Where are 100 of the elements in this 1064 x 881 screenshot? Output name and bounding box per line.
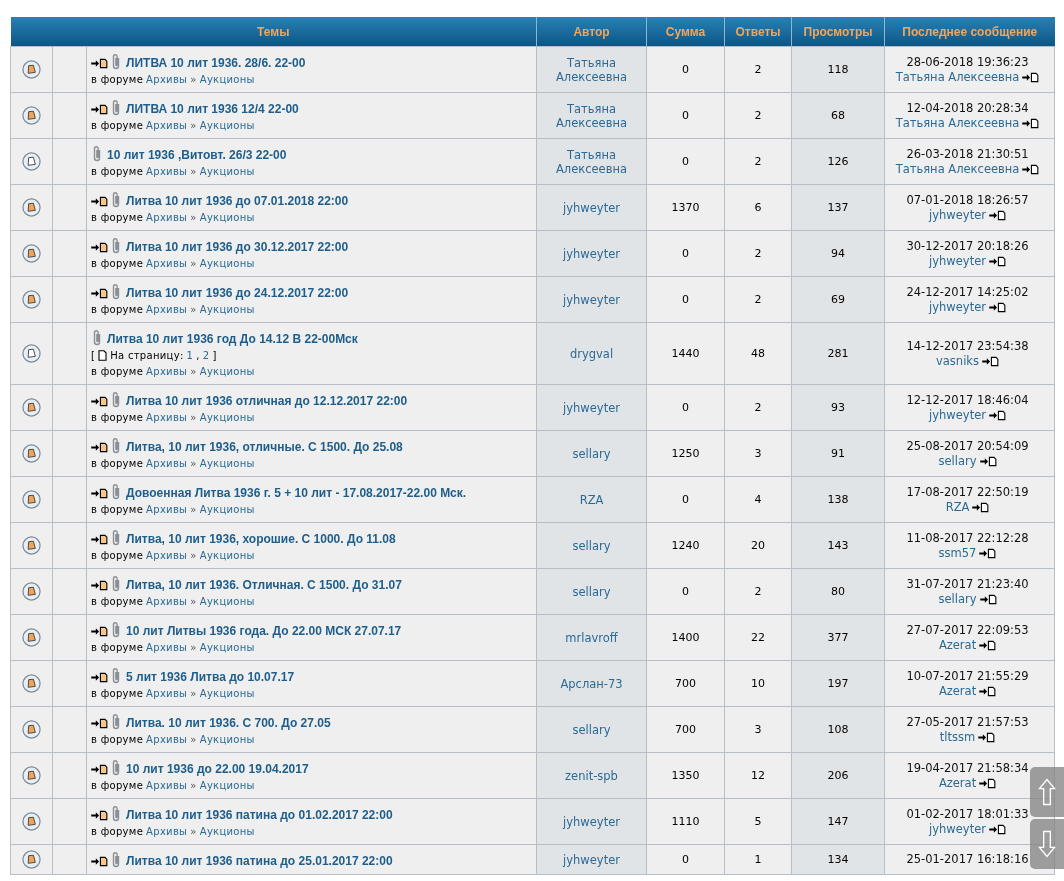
forum-link[interactable]: Архивы	[146, 456, 188, 471]
go-to-last-post-icon[interactable]	[979, 685, 997, 697]
go-to-new-post-icon[interactable]	[91, 104, 108, 115]
go-to-last-post-icon[interactable]	[1022, 117, 1040, 129]
last-poster-link[interactable]: jyhweyter	[929, 407, 986, 423]
forum-link[interactable]: Архивы	[146, 502, 188, 517]
forum-link[interactable]: Архивы	[146, 302, 188, 317]
go-to-new-post-icon[interactable]	[91, 672, 108, 683]
forum-link[interactable]: Архивы	[146, 548, 188, 563]
last-poster-link[interactable]: sellary	[938, 591, 977, 607]
topic-link[interactable]: 10 лит Литвы 1936 года. До 22.00 МСК 27.07.17	[126, 624, 402, 639]
forum-link[interactable]: Архивы	[146, 364, 188, 379]
topic-link[interactable]: Литва 10 лит 1936 год До 14.12 В 22-00Мск	[107, 332, 358, 347]
last-poster-link[interactable]: vasniks	[936, 353, 979, 369]
scroll-up-button[interactable]	[1030, 767, 1064, 817]
go-to-last-post-icon[interactable]	[988, 823, 1006, 835]
go-to-last-post-icon[interactable]	[979, 455, 997, 467]
go-to-new-post-icon[interactable]	[91, 242, 108, 253]
go-to-new-post-icon[interactable]	[91, 396, 108, 407]
forum-link[interactable]: Аукционы	[199, 640, 255, 655]
forum-link[interactable]: Архивы	[146, 118, 188, 133]
go-to-last-post-icon[interactable]	[1022, 163, 1040, 175]
go-to-new-post-icon[interactable]	[91, 856, 108, 867]
forum-link[interactable]: Аукционы	[199, 256, 255, 271]
forum-link[interactable]: Аукционы	[199, 824, 255, 839]
last-poster-link[interactable]: jyhweyter	[929, 207, 986, 223]
last-poster-link[interactable]: tltssm	[939, 729, 976, 745]
go-to-new-post-icon[interactable]	[91, 488, 108, 499]
topic-link[interactable]: Литва 10 лит 1936 до 24.12.2017 22:00	[126, 286, 349, 301]
topic-link[interactable]: Литва 10 лит 1936 до 30.12.2017 22:00	[126, 240, 349, 255]
go-to-last-post-icon[interactable]	[988, 209, 1006, 221]
forum-link[interactable]: Аукционы	[199, 118, 255, 133]
topic-link[interactable]: Литва 10 лит 1936 отличная до 12.12.2017 22:00	[126, 394, 408, 409]
last-poster-link[interactable]: Azerat	[938, 775, 977, 791]
forum-link[interactable]: Архивы	[146, 732, 188, 747]
forum-link[interactable]: Аукционы	[199, 778, 255, 793]
forum-link[interactable]: Аукционы	[199, 502, 255, 517]
go-to-new-post-icon[interactable]	[91, 626, 108, 637]
go-to-new-post-icon[interactable]	[91, 442, 108, 453]
forum-link[interactable]: Архивы	[146, 686, 188, 701]
go-to-last-post-icon[interactable]	[972, 501, 990, 513]
forum-link[interactable]: Аукционы	[199, 164, 255, 179]
go-to-last-post-icon[interactable]	[988, 301, 1006, 313]
forum-link[interactable]: Аукционы	[199, 210, 255, 225]
topic-link[interactable]: ЛИТВА 10 лит 1936 12/4 22-00	[126, 102, 299, 117]
forum-link[interactable]: Аукционы	[199, 72, 255, 87]
forum-link[interactable]: Архивы	[146, 256, 188, 271]
last-poster-link[interactable]: Татьяна Алексеевна	[895, 115, 1020, 131]
last-poster-link[interactable]: Татьяна Алексеевна	[895, 69, 1020, 85]
topic-link[interactable]: ЛИТВА 10 лит 1936. 28/6. 22-00	[126, 56, 306, 71]
topic-link[interactable]: 5 лит 1936 Литва до 10.07.17	[126, 670, 295, 685]
page-link[interactable]: 2	[202, 348, 210, 363]
topic-link[interactable]: Литва, 10 лит 1936, хорошие. С 1000. До 11.08	[126, 532, 396, 547]
last-poster-link[interactable]: Татьяна Алексеевна	[895, 161, 1020, 177]
forum-link[interactable]: Архивы	[146, 824, 188, 839]
scroll-down-button[interactable]	[1030, 819, 1064, 869]
go-to-new-post-icon[interactable]	[91, 810, 108, 821]
go-to-last-post-icon[interactable]	[979, 777, 997, 789]
last-poster-link[interactable]: jyhweyter	[929, 821, 986, 837]
go-to-new-post-icon[interactable]	[91, 58, 108, 69]
topic-link[interactable]: Литва 10 лит 1936 патина до 01.02.2017 22:00	[126, 808, 393, 823]
last-poster-link[interactable]: RZA	[945, 499, 970, 515]
go-to-last-post-icon[interactable]	[1022, 71, 1040, 83]
forum-link[interactable]: Аукционы	[199, 364, 255, 379]
forum-link[interactable]: Аукционы	[199, 594, 255, 609]
go-to-last-post-icon[interactable]	[979, 639, 997, 651]
go-to-new-post-icon[interactable]	[91, 534, 108, 545]
forum-link[interactable]: Аукционы	[199, 732, 255, 747]
topic-link[interactable]: Литва. 10 лит 1936. С 700. До 27.05	[126, 716, 331, 731]
forum-link[interactable]: Архивы	[146, 72, 188, 87]
topic-link[interactable]: Литва, 10 лит 1936. Отличная. С 1500. До 31.07	[126, 578, 402, 593]
forum-link[interactable]: Аукционы	[199, 686, 255, 701]
forum-link[interactable]: Аукционы	[199, 410, 255, 425]
last-poster-link[interactable]: ssm57	[938, 545, 977, 561]
go-to-last-post-icon[interactable]	[988, 255, 1006, 267]
go-to-last-post-icon[interactable]	[978, 731, 996, 743]
last-poster-link[interactable]: jyhweyter	[929, 299, 986, 315]
topic-link[interactable]: 10 лит 1936 до 22.00 19.04.2017	[126, 762, 309, 777]
go-to-new-post-icon[interactable]	[91, 580, 108, 591]
topic-link[interactable]: Литва 10 лит 1936 до 07.01.2018 22:00	[126, 194, 349, 209]
last-poster-link[interactable]: jyhweyter	[929, 253, 986, 269]
forum-link[interactable]: Архивы	[146, 210, 188, 225]
forum-link[interactable]: Архивы	[146, 640, 188, 655]
forum-link[interactable]: Архивы	[146, 778, 188, 793]
forum-link[interactable]: Архивы	[146, 594, 188, 609]
topic-link[interactable]: 10 лит 1936 ,Витовт. 26/3 22-00	[107, 148, 287, 163]
forum-link[interactable]: Аукционы	[199, 456, 255, 471]
topic-link[interactable]: Довоенная Литва 1936 г. 5 + 10 лит - 17.08.2017-22.00 Мск.	[126, 486, 466, 501]
go-to-new-post-icon[interactable]	[91, 288, 108, 299]
last-poster-link[interactable]: Azerat	[938, 637, 977, 653]
forum-link[interactable]: Аукционы	[199, 302, 255, 317]
topic-link[interactable]: Литва, 10 лит 1936, отличные. С 1500. До 25.08	[126, 440, 403, 455]
last-poster-link[interactable]: Azerat	[938, 683, 977, 699]
go-to-last-post-icon[interactable]	[982, 355, 999, 367]
go-to-last-post-icon[interactable]	[979, 593, 997, 605]
forum-link[interactable]: Аукционы	[199, 548, 255, 563]
last-poster-link[interactable]: sellary	[938, 453, 977, 469]
forum-link[interactable]: Архивы	[146, 164, 188, 179]
forum-link[interactable]: Архивы	[146, 410, 188, 425]
go-to-new-post-icon[interactable]	[91, 764, 108, 775]
